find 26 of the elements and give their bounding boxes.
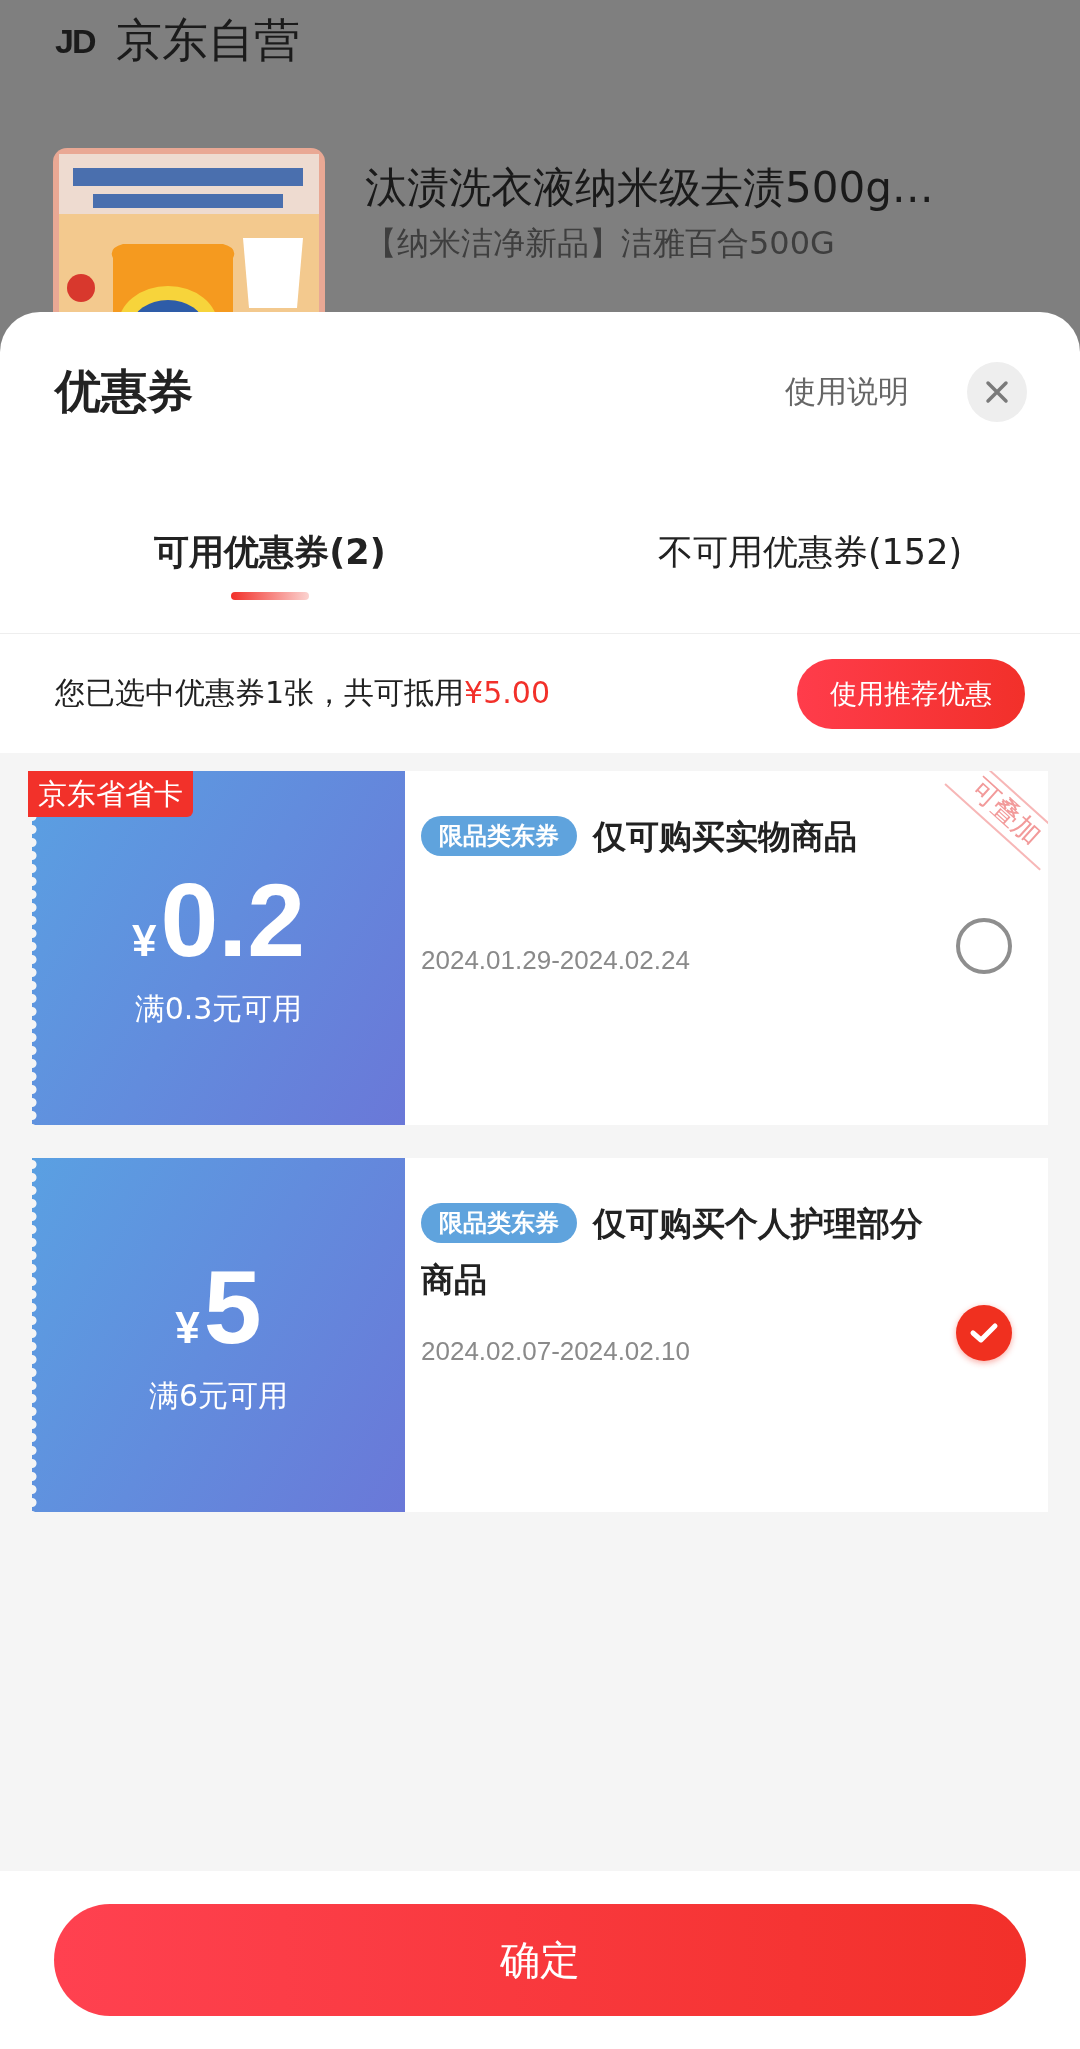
- recommend-button[interactable]: 使用推荐优惠: [797, 658, 1025, 729]
- validity-dates: 2024.02.07-2024.02.10: [421, 1336, 691, 1367]
- checked-circle-icon[interactable]: [956, 1305, 1012, 1361]
- coupon-amount: ¥5: [175, 1252, 262, 1363]
- sheet-title: 优惠券: [55, 363, 194, 420]
- coupon-title: 限品类东券 仅可购买个人护理部分商品: [421, 1202, 923, 1301]
- selection-summary: 您已选中优惠券1张，共可抵用¥5.00: [55, 674, 550, 712]
- category-tag: 限品类东券: [421, 1203, 577, 1243]
- stackable-stamp: 可叠加: [944, 771, 1048, 871]
- confirm-button[interactable]: 确定: [54, 1904, 1026, 2016]
- usage-info-link[interactable]: 使用说明: [785, 371, 909, 413]
- coupon-tab[interactable]: 可用优惠券(2): [0, 529, 540, 633]
- product-subtitle: 【纳米洁净新品】洁雅百合500G: [365, 223, 836, 264]
- product-title: 汰渍洗衣液纳米级去渍500g…: [365, 162, 934, 214]
- usage-condition: 满0.3元可用: [134, 990, 303, 1029]
- store-name: 京东自营: [116, 12, 301, 69]
- card-badge: 京东省省卡: [28, 771, 193, 817]
- store-logo: JD: [55, 21, 95, 61]
- usage-condition: 满6元可用: [148, 1377, 289, 1416]
- close-icon: [985, 380, 1009, 404]
- validity-dates: 2024.01.29-2024.02.24: [421, 945, 691, 976]
- category-tag: 限品类东券: [421, 816, 577, 856]
- empty-circle-icon[interactable]: [956, 918, 1012, 974]
- coupon-amount: ¥0.2: [131, 865, 306, 976]
- coupon-title: 限品类东券 仅可购买实物商品: [421, 809, 923, 865]
- coupon-tab[interactable]: 不可用优惠券(152): [540, 529, 1080, 633]
